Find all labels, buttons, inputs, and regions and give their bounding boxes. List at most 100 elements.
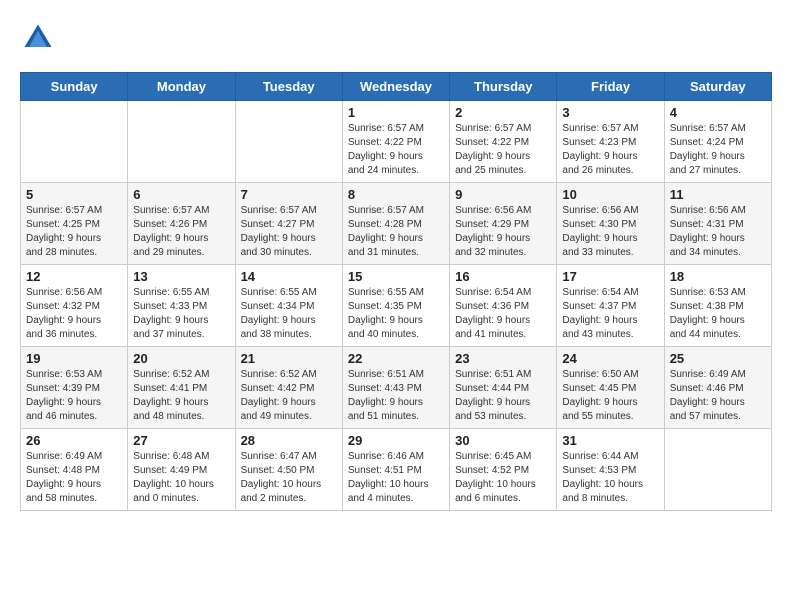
day-number: 20 [133,351,229,366]
calendar-cell: 6 Sunrise: 6:57 AMSunset: 4:26 PMDaylight… [128,183,235,265]
calendar-week-row: 1 Sunrise: 6:57 AMSunset: 4:22 PMDaylight… [21,101,772,183]
calendar-cell: 26 Sunrise: 6:49 AMSunset: 4:48 PMDayligh… [21,429,128,511]
day-number: 12 [26,269,122,284]
cell-content: Sunrise: 6:57 AMSunset: 4:24 PMDaylight:… [670,122,766,178]
cell-content: Sunrise: 6:56 AMSunset: 4:29 PMDaylight:… [455,204,551,260]
calendar-cell: 29 Sunrise: 6:46 AMSunset: 4:51 PMDayligh… [342,429,449,511]
day-number: 2 [455,105,551,120]
day-number: 23 [455,351,551,366]
calendar-cell: 27 Sunrise: 6:48 AMSunset: 4:49 PMDayligh… [128,429,235,511]
day-number: 22 [348,351,444,366]
cell-content: Sunrise: 6:50 AMSunset: 4:45 PMDaylight:… [562,368,658,424]
calendar-cell: 7 Sunrise: 6:57 AMSunset: 4:27 PMDaylight… [235,183,342,265]
calendar-cell: 11Sunrise: 6:56 AMSunset: 4:31 PMDayligh… [664,183,771,265]
weekday-header-monday: Monday [128,73,235,101]
cell-content: Sunrise: 6:57 AMSunset: 4:23 PMDaylight:… [562,122,658,178]
calendar-body: 1 Sunrise: 6:57 AMSunset: 4:22 PMDaylight… [21,101,772,511]
day-number: 25 [670,351,766,366]
cell-content: Sunrise: 6:53 AMSunset: 4:38 PMDaylight:… [670,286,766,342]
cell-content: Sunrise: 6:55 AMSunset: 4:35 PMDaylight:… [348,286,444,342]
calendar-cell: 28Sunrise: 6:47 AMSunset: 4:50 PMDayligh… [235,429,342,511]
day-number: 24 [562,351,658,366]
logo-icon [20,20,56,56]
day-number: 3 [562,105,658,120]
calendar-cell: 31 Sunrise: 6:44 AMSunset: 4:53 PMDayligh… [557,429,664,511]
cell-content: Sunrise: 6:52 AMSunset: 4:41 PMDaylight:… [133,368,229,424]
cell-content: Sunrise: 6:45 AMSunset: 4:52 PMDaylight:… [455,450,551,506]
cell-content: Sunrise: 6:57 AMSunset: 4:27 PMDaylight:… [241,204,337,260]
calendar-cell [235,101,342,183]
cell-content: Sunrise: 6:52 AMSunset: 4:42 PMDaylight:… [241,368,337,424]
day-number: 4 [670,105,766,120]
calendar-cell: 1Sunrise: 6:57 AMSunset: 4:22 PMDaylight… [342,101,449,183]
calendar-cell: 19Sunrise: 6:53 AMSunset: 4:39 PMDayligh… [21,347,128,429]
calendar-cell: 22 Sunrise: 6:51 AMSunset: 4:43 PMDayligh… [342,347,449,429]
calendar-cell: 5 Sunrise: 6:57 AMSunset: 4:25 PMDaylight… [21,183,128,265]
calendar-cell: 20 Sunrise: 6:52 AMSunset: 4:41 PMDayligh… [128,347,235,429]
calendar-week-row: 12 Sunrise: 6:56 AMSunset: 4:32 PMDayligh… [21,265,772,347]
cell-content: Sunrise: 6:55 AMSunset: 4:34 PMDaylight:… [241,286,337,342]
calendar-cell: 10Sunrise: 6:56 AMSunset: 4:30 PMDayligh… [557,183,664,265]
day-number: 30 [455,433,551,448]
cell-content: Sunrise: 6:49 AMSunset: 4:48 PMDaylight:… [26,450,122,506]
calendar-week-row: 5 Sunrise: 6:57 AMSunset: 4:25 PMDaylight… [21,183,772,265]
day-number: 8 [348,187,444,202]
weekday-header-friday: Friday [557,73,664,101]
cell-content: Sunrise: 6:48 AMSunset: 4:49 PMDaylight:… [133,450,229,506]
day-number: 21 [241,351,337,366]
day-number: 28 [241,433,337,448]
logo [20,20,62,56]
calendar-table: SundayMondayTuesdayWednesdayThursdayFrid… [20,72,772,511]
cell-content: Sunrise: 6:44 AMSunset: 4:53 PMDaylight:… [562,450,658,506]
calendar-cell: 24 Sunrise: 6:50 AMSunset: 4:45 PMDayligh… [557,347,664,429]
day-number: 6 [133,187,229,202]
weekday-header-saturday: Saturday [664,73,771,101]
day-number: 14 [241,269,337,284]
cell-content: Sunrise: 6:54 AMSunset: 4:37 PMDaylight:… [562,286,658,342]
day-number: 29 [348,433,444,448]
cell-content: Sunrise: 6:51 AMSunset: 4:44 PMDaylight:… [455,368,551,424]
cell-content: Sunrise: 6:56 AMSunset: 4:32 PMDaylight:… [26,286,122,342]
cell-content: Sunrise: 6:49 AMSunset: 4:46 PMDaylight:… [670,368,766,424]
calendar-week-row: 19Sunrise: 6:53 AMSunset: 4:39 PMDayligh… [21,347,772,429]
calendar-cell: 21 Sunrise: 6:52 AMSunset: 4:42 PMDayligh… [235,347,342,429]
calendar-cell: 23 Sunrise: 6:51 AMSunset: 4:44 PMDayligh… [450,347,557,429]
weekday-header-thursday: Thursday [450,73,557,101]
day-number: 1 [348,105,444,120]
day-number: 19 [26,351,122,366]
weekday-header-wednesday: Wednesday [342,73,449,101]
day-number: 31 [562,433,658,448]
day-number: 9 [455,187,551,202]
calendar-cell: 2 Sunrise: 6:57 AMSunset: 4:22 PMDaylight… [450,101,557,183]
calendar-cell: 18 Sunrise: 6:53 AMSunset: 4:38 PMDayligh… [664,265,771,347]
cell-content: Sunrise: 6:56 AMSunset: 4:30 PMDaylight:… [562,204,658,260]
cell-content: Sunrise: 6:46 AMSunset: 4:51 PMDaylight:… [348,450,444,506]
day-number: 13 [133,269,229,284]
day-number: 27 [133,433,229,448]
calendar-cell: 16 Sunrise: 6:54 AMSunset: 4:36 PMDayligh… [450,265,557,347]
calendar-cell: 17 Sunrise: 6:54 AMSunset: 4:37 PMDayligh… [557,265,664,347]
calendar-cell [664,429,771,511]
calendar-cell: 15 Sunrise: 6:55 AMSunset: 4:35 PMDayligh… [342,265,449,347]
day-number: 15 [348,269,444,284]
day-number: 16 [455,269,551,284]
calendar-week-row: 26 Sunrise: 6:49 AMSunset: 4:48 PMDayligh… [21,429,772,511]
day-number: 18 [670,269,766,284]
cell-content: Sunrise: 6:51 AMSunset: 4:43 PMDaylight:… [348,368,444,424]
calendar-cell: 9 Sunrise: 6:56 AMSunset: 4:29 PMDaylight… [450,183,557,265]
cell-content: Sunrise: 6:57 AMSunset: 4:25 PMDaylight:… [26,204,122,260]
calendar-header: SundayMondayTuesdayWednesdayThursdayFrid… [21,73,772,101]
cell-content: Sunrise: 6:57 AMSunset: 4:26 PMDaylight:… [133,204,229,260]
calendar-cell [21,101,128,183]
cell-content: Sunrise: 6:54 AMSunset: 4:36 PMDaylight:… [455,286,551,342]
calendar-cell: 4 Sunrise: 6:57 AMSunset: 4:24 PMDaylight… [664,101,771,183]
day-number: 26 [26,433,122,448]
day-number: 5 [26,187,122,202]
weekday-header-tuesday: Tuesday [235,73,342,101]
cell-content: Sunrise: 6:56 AMSunset: 4:31 PMDaylight:… [670,204,766,260]
day-number: 7 [241,187,337,202]
cell-content: Sunrise: 6:57 AMSunset: 4:28 PMDaylight:… [348,204,444,260]
day-number: 17 [562,269,658,284]
cell-content: Sunrise: 6:57 AMSunset: 4:22 PMDaylight:… [455,122,551,178]
calendar-cell: 14 Sunrise: 6:55 AMSunset: 4:34 PMDayligh… [235,265,342,347]
